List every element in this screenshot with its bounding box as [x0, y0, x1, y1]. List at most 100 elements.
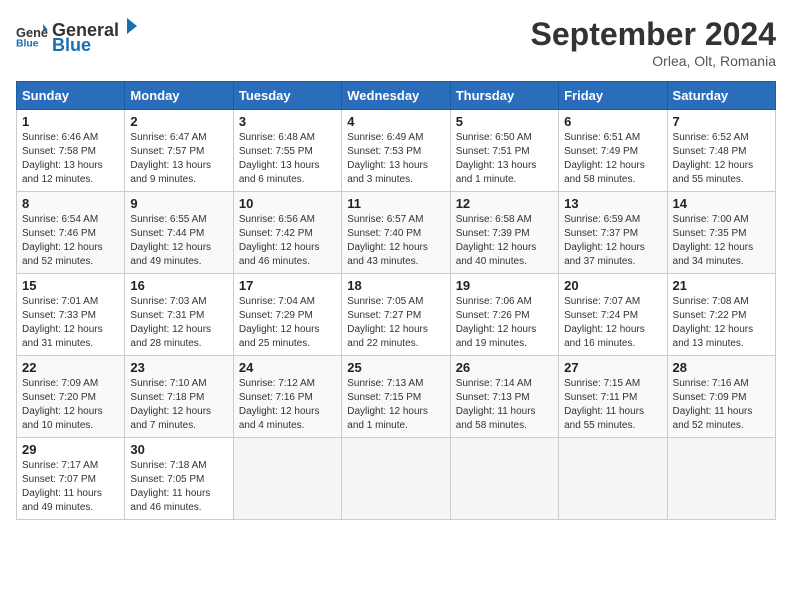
calendar-week-row: 22 Sunrise: 7:09 AM Sunset: 7:20 PM Dayl…: [17, 356, 776, 438]
day-info: Sunrise: 6:47 AM Sunset: 7:57 PM Dayligh…: [130, 131, 227, 187]
location-subtitle: Orlea, Olt, Romania: [531, 53, 776, 69]
calendar-cell: [559, 438, 667, 520]
calendar-cell: [233, 438, 341, 520]
calendar-cell: [342, 438, 450, 520]
header-tuesday: Tuesday: [233, 82, 341, 110]
logo-triangle-icon: [119, 16, 139, 36]
calendar-cell: 26 Sunrise: 7:14 AM Sunset: 7:13 PM Dayl…: [450, 356, 558, 438]
day-number: 29: [22, 442, 119, 457]
calendar-cell: 9 Sunrise: 6:55 AM Sunset: 7:44 PM Dayli…: [125, 192, 233, 274]
day-number: 28: [673, 360, 770, 375]
day-number: 15: [22, 278, 119, 293]
day-info: Sunrise: 7:17 AM Sunset: 7:07 PM Dayligh…: [22, 459, 119, 515]
calendar-table: Sunday Monday Tuesday Wednesday Thursday…: [16, 81, 776, 520]
calendar-week-row: 8 Sunrise: 6:54 AM Sunset: 7:46 PM Dayli…: [17, 192, 776, 274]
calendar-cell: 4 Sunrise: 6:49 AM Sunset: 7:53 PM Dayli…: [342, 110, 450, 192]
day-info: Sunrise: 6:54 AM Sunset: 7:46 PM Dayligh…: [22, 213, 119, 269]
day-info: Sunrise: 7:13 AM Sunset: 7:15 PM Dayligh…: [347, 377, 444, 433]
calendar-cell: 13 Sunrise: 6:59 AM Sunset: 7:37 PM Dayl…: [559, 192, 667, 274]
logo: General Blue General Blue: [16, 16, 139, 56]
calendar-cell: 3 Sunrise: 6:48 AM Sunset: 7:55 PM Dayli…: [233, 110, 341, 192]
day-number: 30: [130, 442, 227, 457]
calendar-cell: 20 Sunrise: 7:07 AM Sunset: 7:24 PM Dayl…: [559, 274, 667, 356]
day-info: Sunrise: 7:00 AM Sunset: 7:35 PM Dayligh…: [673, 213, 770, 269]
month-title: September 2024: [531, 16, 776, 53]
calendar-cell: 2 Sunrise: 6:47 AM Sunset: 7:57 PM Dayli…: [125, 110, 233, 192]
day-info: Sunrise: 6:58 AM Sunset: 7:39 PM Dayligh…: [456, 213, 553, 269]
calendar-cell: 15 Sunrise: 7:01 AM Sunset: 7:33 PM Dayl…: [17, 274, 125, 356]
calendar-cell: 22 Sunrise: 7:09 AM Sunset: 7:20 PM Dayl…: [17, 356, 125, 438]
header-monday: Monday: [125, 82, 233, 110]
calendar-cell: 24 Sunrise: 7:12 AM Sunset: 7:16 PM Dayl…: [233, 356, 341, 438]
day-number: 8: [22, 196, 119, 211]
day-number: 6: [564, 114, 661, 129]
day-info: Sunrise: 7:07 AM Sunset: 7:24 PM Dayligh…: [564, 295, 661, 351]
calendar-cell: 17 Sunrise: 7:04 AM Sunset: 7:29 PM Dayl…: [233, 274, 341, 356]
calendar-cell: 18 Sunrise: 7:05 AM Sunset: 7:27 PM Dayl…: [342, 274, 450, 356]
day-number: 18: [347, 278, 444, 293]
day-info: Sunrise: 7:06 AM Sunset: 7:26 PM Dayligh…: [456, 295, 553, 351]
logo-icon: General Blue: [16, 22, 48, 50]
day-number: 7: [673, 114, 770, 129]
day-number: 22: [22, 360, 119, 375]
day-number: 2: [130, 114, 227, 129]
header-wednesday: Wednesday: [342, 82, 450, 110]
day-number: 17: [239, 278, 336, 293]
calendar-cell: 8 Sunrise: 6:54 AM Sunset: 7:46 PM Dayli…: [17, 192, 125, 274]
day-info: Sunrise: 6:59 AM Sunset: 7:37 PM Dayligh…: [564, 213, 661, 269]
day-info: Sunrise: 7:16 AM Sunset: 7:09 PM Dayligh…: [673, 377, 770, 433]
day-info: Sunrise: 7:10 AM Sunset: 7:18 PM Dayligh…: [130, 377, 227, 433]
calendar-cell: 28 Sunrise: 7:16 AM Sunset: 7:09 PM Dayl…: [667, 356, 775, 438]
day-info: Sunrise: 6:50 AM Sunset: 7:51 PM Dayligh…: [456, 131, 553, 187]
day-number: 3: [239, 114, 336, 129]
day-info: Sunrise: 6:56 AM Sunset: 7:42 PM Dayligh…: [239, 213, 336, 269]
header-friday: Friday: [559, 82, 667, 110]
calendar-header-row: Sunday Monday Tuesday Wednesday Thursday…: [17, 82, 776, 110]
day-info: Sunrise: 7:05 AM Sunset: 7:27 PM Dayligh…: [347, 295, 444, 351]
title-block: September 2024 Orlea, Olt, Romania: [531, 16, 776, 69]
day-info: Sunrise: 7:09 AM Sunset: 7:20 PM Dayligh…: [22, 377, 119, 433]
calendar-cell: 29 Sunrise: 7:17 AM Sunset: 7:07 PM Dayl…: [17, 438, 125, 520]
day-number: 12: [456, 196, 553, 211]
calendar-cell: 7 Sunrise: 6:52 AM Sunset: 7:48 PM Dayli…: [667, 110, 775, 192]
day-info: Sunrise: 7:15 AM Sunset: 7:11 PM Dayligh…: [564, 377, 661, 433]
day-number: 25: [347, 360, 444, 375]
day-number: 11: [347, 196, 444, 211]
day-info: Sunrise: 7:03 AM Sunset: 7:31 PM Dayligh…: [130, 295, 227, 351]
day-number: 23: [130, 360, 227, 375]
day-number: 10: [239, 196, 336, 211]
calendar-cell: 21 Sunrise: 7:08 AM Sunset: 7:22 PM Dayl…: [667, 274, 775, 356]
day-number: 21: [673, 278, 770, 293]
day-info: Sunrise: 7:04 AM Sunset: 7:29 PM Dayligh…: [239, 295, 336, 351]
calendar-cell: 12 Sunrise: 6:58 AM Sunset: 7:39 PM Dayl…: [450, 192, 558, 274]
calendar-cell: 1 Sunrise: 6:46 AM Sunset: 7:58 PM Dayli…: [17, 110, 125, 192]
calendar-cell: 5 Sunrise: 6:50 AM Sunset: 7:51 PM Dayli…: [450, 110, 558, 192]
day-number: 26: [456, 360, 553, 375]
page-header: General Blue General Blue September 2024…: [16, 16, 776, 69]
day-info: Sunrise: 6:46 AM Sunset: 7:58 PM Dayligh…: [22, 131, 119, 187]
day-info: Sunrise: 7:08 AM Sunset: 7:22 PM Dayligh…: [673, 295, 770, 351]
calendar-week-row: 1 Sunrise: 6:46 AM Sunset: 7:58 PM Dayli…: [17, 110, 776, 192]
day-info: Sunrise: 7:12 AM Sunset: 7:16 PM Dayligh…: [239, 377, 336, 433]
calendar-cell: 19 Sunrise: 7:06 AM Sunset: 7:26 PM Dayl…: [450, 274, 558, 356]
day-number: 16: [130, 278, 227, 293]
svg-text:Blue: Blue: [16, 38, 39, 49]
day-number: 19: [456, 278, 553, 293]
calendar-cell: 25 Sunrise: 7:13 AM Sunset: 7:15 PM Dayl…: [342, 356, 450, 438]
day-info: Sunrise: 7:01 AM Sunset: 7:33 PM Dayligh…: [22, 295, 119, 351]
day-number: 20: [564, 278, 661, 293]
day-number: 4: [347, 114, 444, 129]
day-info: Sunrise: 6:51 AM Sunset: 7:49 PM Dayligh…: [564, 131, 661, 187]
day-number: 13: [564, 196, 661, 211]
day-number: 27: [564, 360, 661, 375]
day-info: Sunrise: 6:49 AM Sunset: 7:53 PM Dayligh…: [347, 131, 444, 187]
day-info: Sunrise: 6:55 AM Sunset: 7:44 PM Dayligh…: [130, 213, 227, 269]
calendar-cell: 10 Sunrise: 6:56 AM Sunset: 7:42 PM Dayl…: [233, 192, 341, 274]
calendar-cell: [450, 438, 558, 520]
day-number: 9: [130, 196, 227, 211]
day-info: Sunrise: 6:57 AM Sunset: 7:40 PM Dayligh…: [347, 213, 444, 269]
header-sunday: Sunday: [17, 82, 125, 110]
calendar-cell: 14 Sunrise: 7:00 AM Sunset: 7:35 PM Dayl…: [667, 192, 775, 274]
day-info: Sunrise: 7:14 AM Sunset: 7:13 PM Dayligh…: [456, 377, 553, 433]
calendar-cell: 23 Sunrise: 7:10 AM Sunset: 7:18 PM Dayl…: [125, 356, 233, 438]
